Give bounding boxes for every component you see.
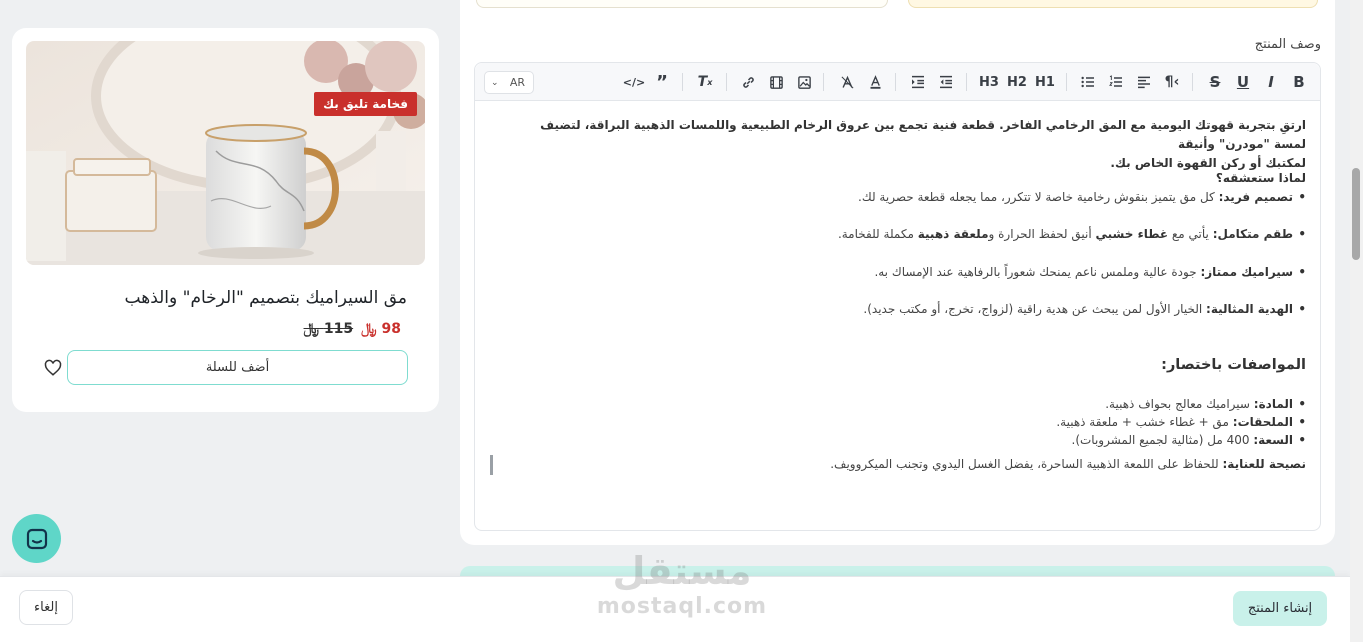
feature-item: سيراميك ممتاز: جودة عالية وملمس ناعم يمن… xyxy=(874,265,1306,279)
product-preview-card: فخامة تليق بك مق السيراميك بتصميم "الرخا… xyxy=(12,28,439,412)
video-icon[interactable] xyxy=(766,72,786,92)
product-image xyxy=(26,41,425,265)
outdent-icon[interactable] xyxy=(936,72,956,92)
description-label: وصف المنتج xyxy=(1254,37,1321,52)
clear-format-icon[interactable]: Tx xyxy=(695,72,715,92)
toolbar-divider xyxy=(823,73,824,91)
paragraph-direction-icon[interactable]: ¶‹ xyxy=(1162,72,1182,92)
field-fragment xyxy=(476,0,888,8)
scrollbar-thumb[interactable] xyxy=(1352,168,1360,260)
rich-text-editor[interactable]: ⌄ AR </> ” Tx H3 H2 H1 ¶‹ S U I B ارتقِ … xyxy=(474,62,1321,531)
price-new: 98 ﷼ xyxy=(361,321,401,337)
page-scrollbar[interactable] xyxy=(1350,0,1363,642)
field-fragment xyxy=(908,0,1318,8)
feature-item: طقم متكامل: يأتي مع غطاء خشبي أنيق لحفظ … xyxy=(838,227,1306,241)
code-icon[interactable]: </> xyxy=(623,72,645,92)
highlight-icon[interactable] xyxy=(837,72,857,92)
watermark-logo: مستقل mostaql.com xyxy=(596,548,768,632)
toolbar-divider xyxy=(895,73,896,91)
language-select[interactable]: ⌄ AR xyxy=(484,71,534,94)
italic-icon[interactable]: I xyxy=(1261,72,1281,92)
intro-paragraph: ارتقِ بتجربة قهوتك اليومية مع المق الرخا… xyxy=(540,118,1306,170)
bullet-list-icon[interactable] xyxy=(1078,72,1098,92)
price-group: 98 ﷼ 115 ﷼ xyxy=(304,321,401,337)
toolbar-divider xyxy=(682,73,683,91)
toolbar-divider xyxy=(966,73,967,91)
add-to-cart-button[interactable]: أضف للسلة xyxy=(67,350,408,385)
heart-icon[interactable] xyxy=(44,359,62,377)
chat-icon xyxy=(26,528,47,549)
strikethrough-icon[interactable]: S xyxy=(1205,72,1225,92)
text-color-icon[interactable] xyxy=(865,72,885,92)
heading-2-icon[interactable]: H2 xyxy=(1007,72,1027,92)
quote-icon[interactable]: ” xyxy=(652,72,672,93)
image-icon[interactable] xyxy=(794,72,814,92)
specs-title: المواصفات باختصار: xyxy=(1161,357,1306,373)
care-tip: نصيحة للعناية: للحفاظ على اللمعة الذهبية… xyxy=(830,457,1306,471)
spec-item: الملحقات: مق + غطاء خشب + ملعقة ذهبية. xyxy=(1056,415,1306,429)
feature-item: الهدية المثالية: الخيار الأول لمن يبحث ع… xyxy=(863,302,1306,316)
underline-icon[interactable]: U xyxy=(1233,72,1253,92)
watermark-arabic: مستقل xyxy=(612,549,752,593)
toolbar-divider xyxy=(1192,73,1193,91)
why-title: لماذا ستعشقه؟ xyxy=(1215,171,1306,185)
promo-badge: فخامة تليق بك xyxy=(314,92,417,116)
chevron-down-icon: ⌄ xyxy=(491,77,499,88)
editor-toolbar: ⌄ AR </> ” Tx H3 H2 H1 ¶‹ S U I B xyxy=(475,63,1320,101)
cancel-button[interactable]: إلغاء xyxy=(19,590,73,625)
toolbar-divider xyxy=(726,73,727,91)
spec-item: المادة: سيراميك معالج بحواف ذهبية. xyxy=(1105,397,1306,411)
create-product-button[interactable]: إنشاء المنتج xyxy=(1233,591,1327,626)
link-icon[interactable] xyxy=(738,72,758,92)
previous-field-fragments xyxy=(476,0,1318,9)
ordered-list-icon[interactable] xyxy=(1106,72,1126,92)
price-old: 115 ﷼ xyxy=(303,321,354,337)
heading-3-icon[interactable]: H3 xyxy=(979,72,999,92)
feature-item: تصميم فريد: كل مق يتميز بنقوش رخامية خاص… xyxy=(858,190,1306,204)
indent-icon[interactable] xyxy=(908,72,928,92)
product-title: مق السيراميك بتصميم "الرخام" والذهب xyxy=(124,288,407,308)
toolbar-divider xyxy=(1066,73,1067,91)
watermark-latin: mostaql.com xyxy=(596,594,768,619)
chat-launcher-button[interactable] xyxy=(12,514,61,563)
bold-icon[interactable]: B xyxy=(1289,72,1309,92)
language-value: AR xyxy=(509,76,525,89)
align-icon[interactable] xyxy=(1134,72,1154,92)
heading-1-icon[interactable]: H1 xyxy=(1035,72,1055,92)
text-cursor xyxy=(490,455,493,475)
spec-item: السعة: 400 مل (مثالية لجميع المشروبات). xyxy=(1072,433,1307,447)
